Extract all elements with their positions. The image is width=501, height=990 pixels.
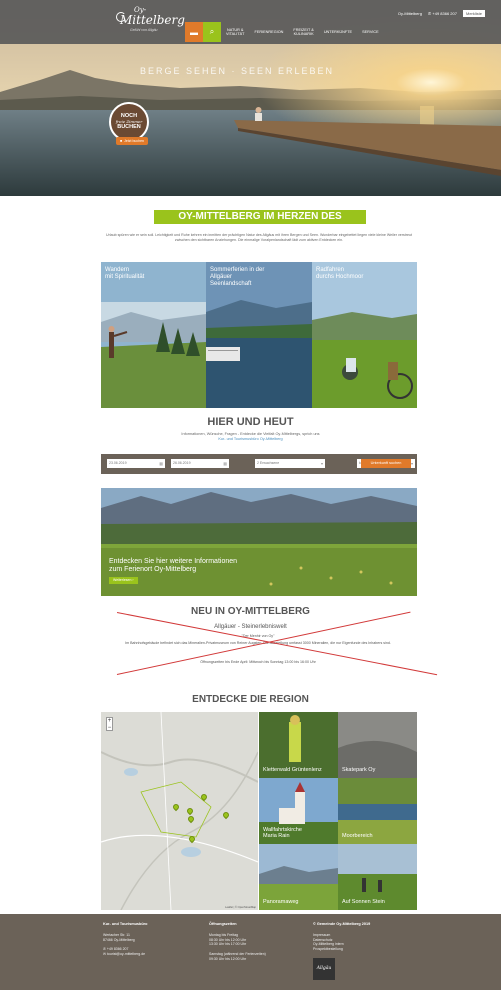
logo-line2: Mittelberg	[120, 13, 185, 27]
zoom-out-icon[interactable]: −	[107, 725, 112, 732]
read-more-label: Weiterlesen	[113, 578, 132, 582]
footer-email[interactable]: ✉ tourist@oy-mittelberg.de	[103, 952, 147, 957]
footer-line: 09:30 Uhr bis 12:00 Uhr	[209, 956, 247, 961]
intro-text: Urlaub spüren wie er sein soll. Leichtig…	[106, 233, 412, 242]
info-teaser[interactable]: Entdecken Sie hier weitere Informationen…	[101, 488, 417, 596]
region-tile-caption: Moorbereich	[342, 833, 373, 839]
hier-und-heut-text: Informationen, Wünsche, Fragen - Entdeck…	[0, 432, 501, 442]
booking-badge[interactable]: NOCH freie Zimmer BUCHEN	[109, 102, 149, 142]
region-title: ENTDECKE DIE REGION	[192, 694, 309, 705]
allgaeu-logo[interactable]: Allgäu	[313, 958, 335, 980]
footer-hours-heading: Öffnungszeiten	[209, 922, 237, 926]
top-bar: Oy-Mittelberg ✆ +49 8366 207 Merkliste	[398, 8, 485, 18]
bed-icon: ■	[120, 139, 123, 143]
map-zoom-control[interactable]: + −	[106, 717, 113, 731]
site-logo[interactable]: Oy- Mittelberg Gefühl von Allgäu	[116, 6, 185, 36]
region-tile-skatepark[interactable]: Skatepark Oy	[338, 712, 417, 778]
nav-search-button[interactable]: ⌕	[203, 22, 221, 42]
tile-wandern-photo	[101, 262, 206, 408]
main-nav: ▬ ⌕ NATUR & VITALITÄT FERIENREGION FREIZ…	[185, 22, 384, 42]
nav-item-natur[interactable]: NATUR & VITALITÄT	[221, 22, 250, 42]
tile-sommerferien[interactable]: Sommerferien in der Allgäuer Seenlandsch…	[206, 262, 312, 408]
hier-und-heut-title: HIER UND HEUT	[207, 416, 294, 428]
tile-wandern-caption: Wandern mit Spiritualität	[105, 267, 145, 280]
region-tile-caption: Panoramaweg	[263, 899, 299, 905]
nav-item-unterkuenfte[interactable]: UNTERKÜNFTE	[319, 22, 357, 42]
chevron-down-icon: ▾	[320, 461, 323, 466]
region-tile-wallfahrtskirche[interactable]: Wallfahrtskirche Maria Rain	[259, 778, 338, 844]
departure-date-field[interactable]: 26.06.2019 ▦	[171, 459, 229, 468]
topbar-phone-number: +49 8366 207	[432, 10, 457, 16]
footer-col-hours: Öffnungszeiten Montag bis Freitag 08:30 …	[209, 922, 266, 962]
tile-radfahren-caption: Radfahren durchs Hochmoor	[316, 267, 364, 280]
neu-subtitle: Allgäuer - Steinerlebniswelt	[214, 624, 287, 630]
region-tile-caption: Kletterwald Grüntenlenz	[263, 767, 322, 773]
footer-link-prospekt[interactable]: Prospektbestellung	[313, 947, 370, 952]
watchlist-button[interactable]: Merkliste	[462, 9, 485, 17]
tile-wandern[interactable]: Wandern mit Spiritualität	[101, 262, 206, 408]
badge-book-button[interactable]: ■ Jetzt buchen	[116, 137, 148, 145]
footer-col-contact: Kur- und Tourismusbüro Wertacher Str. 11…	[103, 922, 147, 957]
read-more-button[interactable]: Weiterlesen ›	[109, 577, 138, 584]
chevron-down-icon: ▾	[410, 461, 413, 466]
arrival-date-field[interactable]: 23.06.2019 ▦	[107, 459, 165, 468]
nav-item-freizeit[interactable]: FREIZEIT & KULINARIK	[288, 22, 318, 42]
calendar-icon: ▦	[159, 461, 163, 466]
info-teaser-photo	[101, 488, 417, 596]
footer-col-legal: © Gemeinde Oy-Mittelberg 2019 Impressum …	[313, 922, 370, 952]
nav-accommodation-button[interactable]: ▬	[185, 22, 203, 42]
region-tile-kletterwald[interactable]: Kletterwald Grüntenlenz	[259, 712, 338, 778]
tile-radfahren[interactable]: Radfahren durchs Hochmoor	[312, 262, 417, 408]
search-accommodation-button[interactable]: Unterkunft suchen	[361, 459, 411, 468]
page: BERGE SEHEN · SEEN ERLEBEN NOCH freie Zi…	[0, 0, 501, 990]
map-attribution: Leaflet | © OpenStreetMap	[225, 906, 256, 909]
adults-select[interactable]: 2 Erwachsene ▾	[255, 459, 325, 468]
departure-date-value: 26.06.2019	[173, 461, 191, 465]
map-canvas	[101, 712, 258, 910]
region-tile-caption: Auf Sonnen Stein	[342, 899, 385, 905]
tourist-office-link[interactable]: Kur- und Tourismusbüro Oy-Mittelberg	[0, 437, 501, 442]
region-tile-panoramaweg[interactable]: Panoramaweg	[259, 844, 338, 910]
adults-value: 2 Erwachsene	[257, 461, 280, 465]
neu-title: NEU IN OY-MITTELBERG	[191, 606, 310, 617]
region-map[interactable]: + − Leaflet | © OpenStreetMap	[101, 712, 258, 910]
topbar-location[interactable]: Oy-Mittelberg	[398, 11, 422, 16]
footer-copyright: © Gemeinde Oy-Mittelberg 2019	[313, 922, 371, 926]
region-tile-caption: Wallfahrtskirche Maria Rain	[263, 827, 302, 839]
badge-line3: BUCHEN	[117, 124, 141, 130]
calendar-icon: ▦	[223, 461, 227, 466]
arrival-date-value: 23.06.2019	[109, 461, 127, 465]
nav-item-ferienregion[interactable]: FERIENREGION	[250, 22, 289, 42]
topbar-phone[interactable]: ✆ +49 8366 207	[428, 11, 457, 16]
region-tile-sonnenstein[interactable]: Auf Sonnen Stein	[338, 844, 417, 910]
bed-icon: ▬	[190, 27, 198, 37]
region-tile-caption: Skatepark Oy	[342, 767, 376, 773]
footer-contact-heading: Kur- und Tourismusbüro	[103, 922, 148, 926]
tile-radfahren-photo	[312, 262, 417, 408]
site-header: Oy- Mittelberg Gefühl von Allgäu Oy-Mitt…	[0, 0, 501, 44]
nav-item-service[interactable]: SERVICE	[357, 22, 384, 42]
neu-quote: "Der Menhir von Oy"	[241, 634, 275, 638]
chevron-right-icon: ›	[132, 578, 134, 582]
logo-tagline: Gefühl von Allgäu	[130, 28, 158, 32]
booking-bar: 23.06.2019 ▦ 26.06.2019 ▦ 2 Erwachsene ▾…	[101, 454, 417, 474]
zoom-in-icon[interactable]: +	[107, 718, 112, 725]
hero-slogan: BERGE SEHEN · SEEN ERLEBEN	[140, 66, 335, 76]
intro-title: OY-MITTELBERG IM HERZEN DES ALLGÄUS	[154, 210, 366, 236]
badge-book-label: Jetzt buchen	[124, 139, 144, 143]
tile-sommerferien-caption: Sommerferien in der Allgäuer Seenlandsch…	[210, 267, 265, 287]
search-icon: ⌕	[209, 27, 215, 36]
info-teaser-text: Entdecken Sie hier weitere Informationen…	[109, 558, 238, 573]
region-tile-moorbereich[interactable]: Moorbereich	[338, 778, 417, 844]
site-footer: Kur- und Tourismusbüro Wertacher Str. 11…	[0, 914, 501, 990]
